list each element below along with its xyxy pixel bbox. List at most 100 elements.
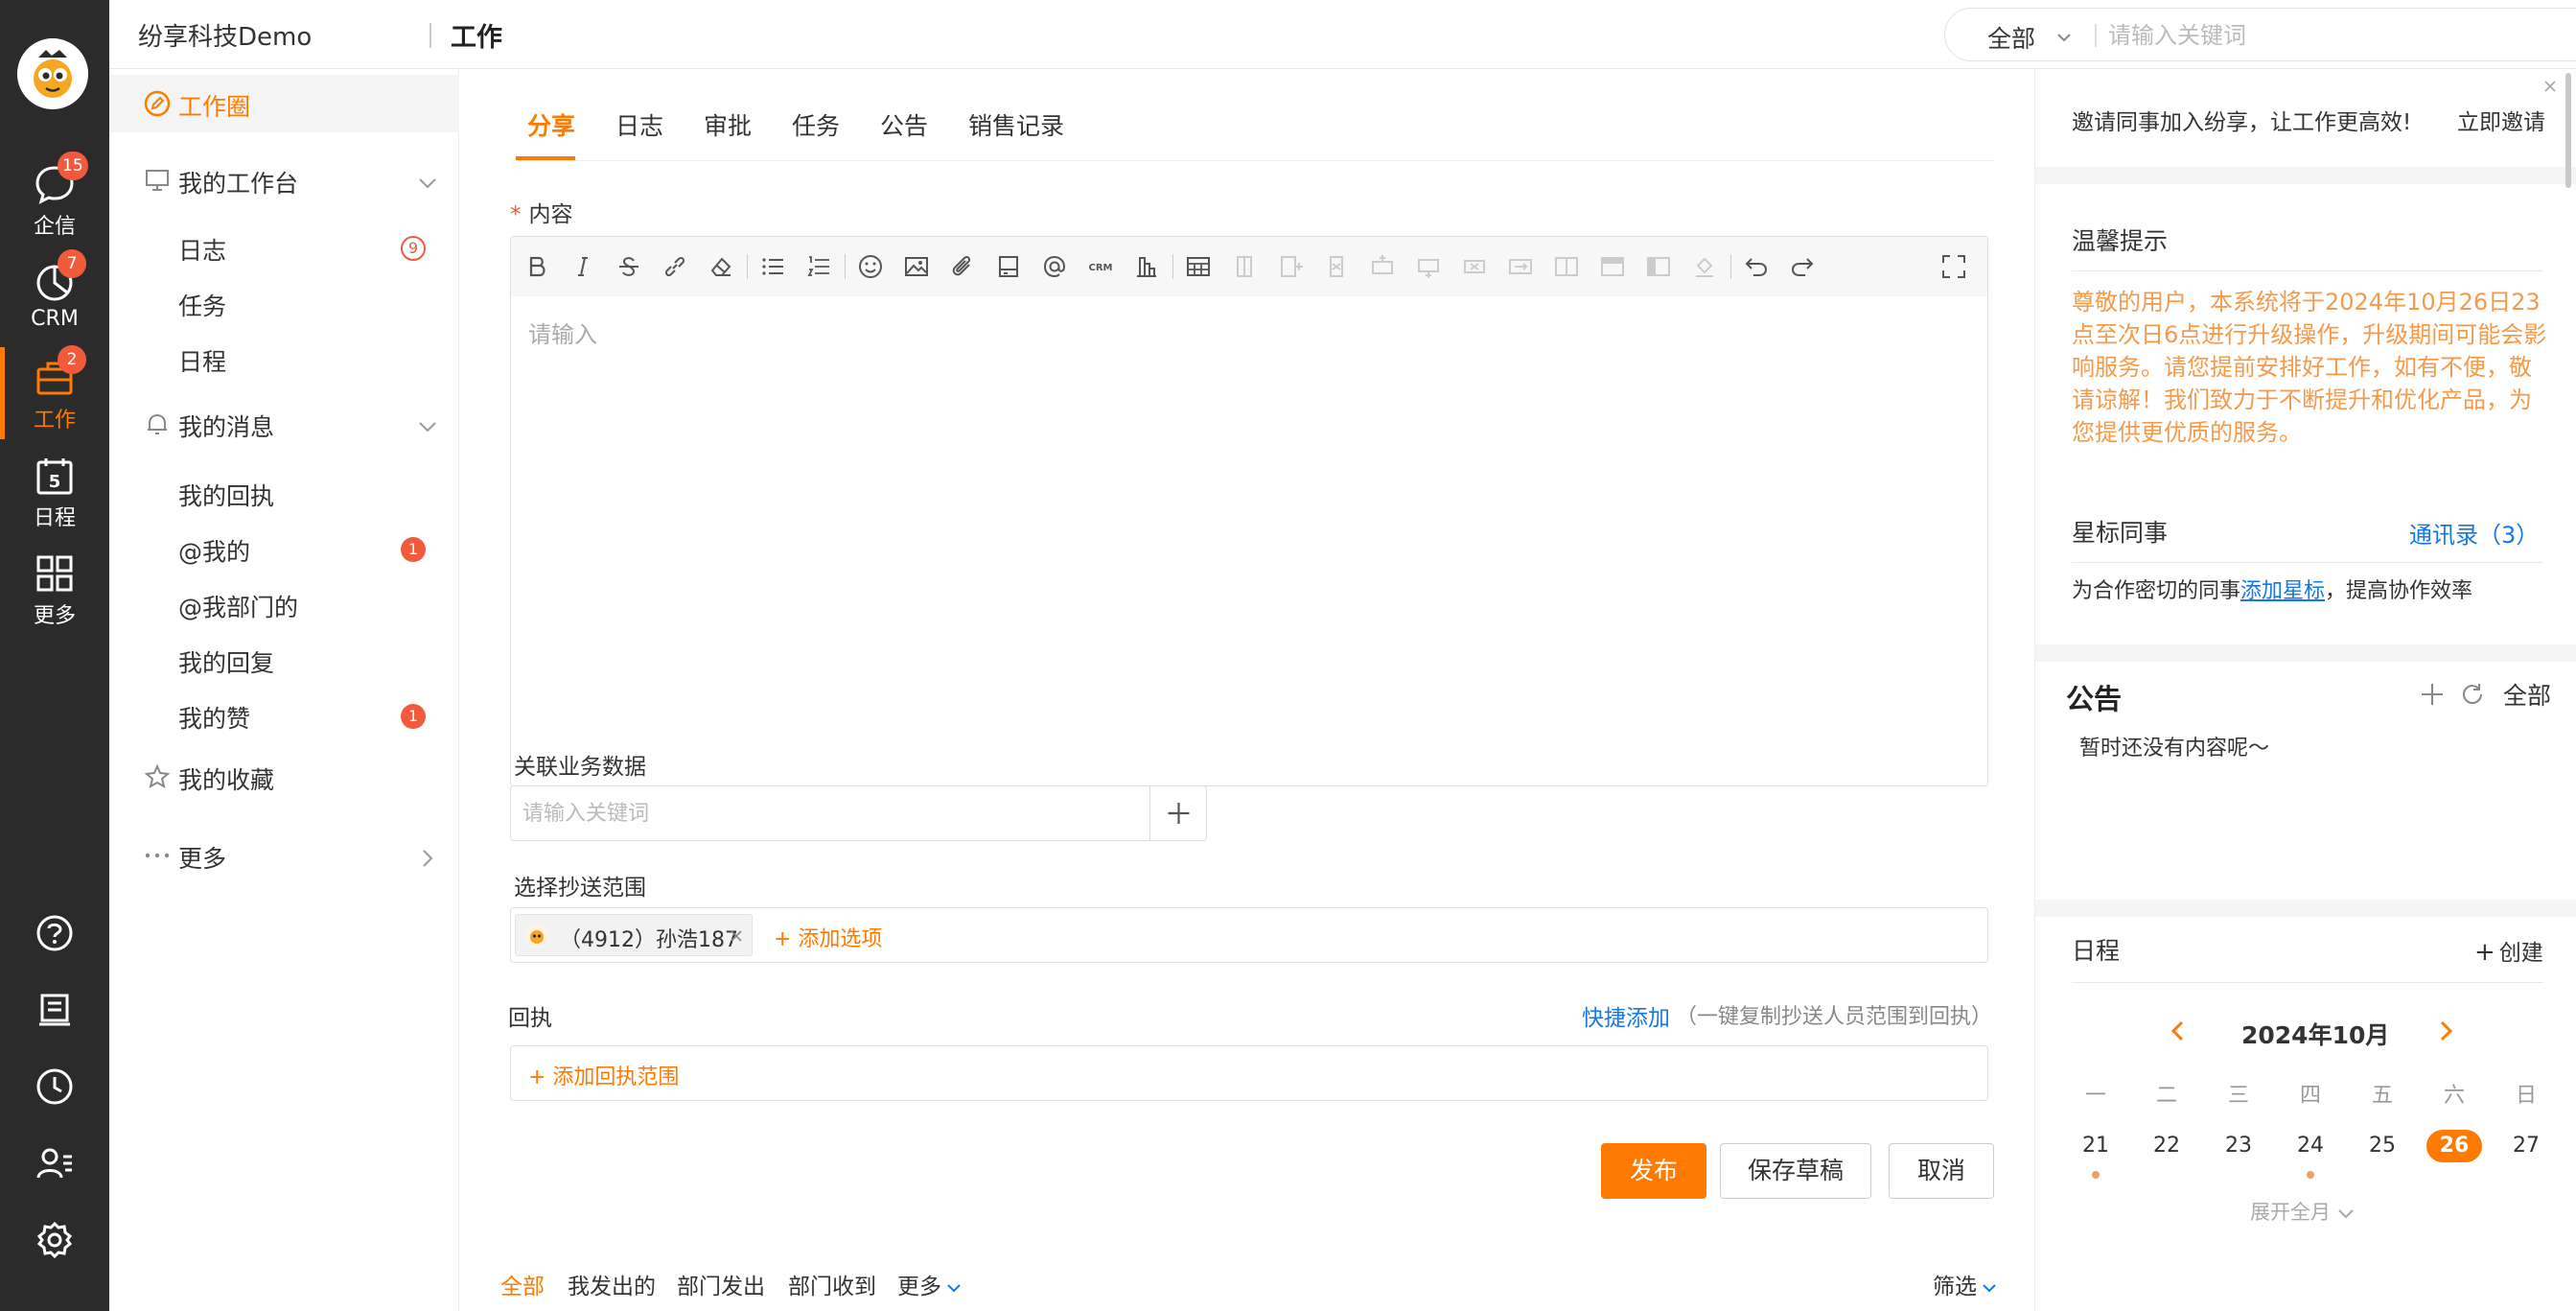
refresh-icon[interactable] bbox=[2459, 681, 2486, 708]
cancel-button[interactable]: 取消 bbox=[1889, 1143, 1994, 1199]
nav-my-messages[interactable]: 我的消息 bbox=[109, 395, 459, 453]
nav-item-my-receipts[interactable]: 我的回执 bbox=[109, 466, 459, 520]
receipt-label: 回执 bbox=[508, 1006, 552, 1031]
close-icon[interactable] bbox=[2542, 79, 2558, 94]
italic-icon[interactable] bbox=[569, 252, 597, 281]
clock-icon[interactable] bbox=[35, 1066, 75, 1107]
rail-item-more[interactable]: 更多 bbox=[0, 543, 109, 635]
search-scope-select[interactable]: 全部 bbox=[1987, 20, 2035, 55]
add-star-link[interactable]: 添加星标 bbox=[2240, 579, 2325, 603]
prev-month-icon[interactable] bbox=[2166, 1018, 2191, 1043]
nav-item-my-likes[interactable]: 我的赞 1 bbox=[109, 689, 459, 742]
tab-announcement[interactable]: 公告 bbox=[880, 107, 928, 142]
filter-all[interactable]: 全部 bbox=[500, 1268, 545, 1300]
calendar-weekday: 四 bbox=[2299, 1084, 2321, 1108]
right-panel-scrollbar[interactable] bbox=[2565, 73, 2571, 188]
tab-share[interactable]: 分享 bbox=[527, 107, 575, 142]
add-option-link[interactable]: + 添加选项 bbox=[774, 922, 882, 952]
filter-dept-sent[interactable]: 部门发出 bbox=[677, 1268, 765, 1300]
quick-add-link[interactable]: 快捷添加 bbox=[1582, 999, 1670, 1032]
contacts-link[interactable]: 通讯录（3） bbox=[2409, 516, 2539, 550]
rail-item-schedule[interactable]: 5 日程 bbox=[0, 445, 109, 537]
svg-text:5: 5 bbox=[49, 472, 61, 492]
publish-button[interactable]: 发布 bbox=[1601, 1143, 1706, 1199]
fullscreen-icon[interactable] bbox=[1939, 252, 1968, 281]
calendar-day[interactable]: 27 bbox=[2498, 1130, 2554, 1162]
undo-icon[interactable] bbox=[1742, 252, 1771, 281]
crm-icon[interactable]: CRM bbox=[1086, 252, 1115, 281]
filter-more[interactable]: 更多 bbox=[897, 1268, 963, 1300]
create-schedule-link[interactable]: + 创建 bbox=[2474, 934, 2543, 967]
tab-bar: 分享 日志 审批 任务 公告 销售记录 bbox=[516, 69, 1994, 161]
filter-sent-by-me[interactable]: 我发出的 bbox=[568, 1268, 656, 1300]
tab-task[interactable]: 任务 bbox=[792, 107, 840, 142]
cc-recipient-chip: （4912）孙浩187 bbox=[515, 914, 753, 956]
nav-favorites[interactable]: 我的收藏 bbox=[109, 748, 459, 806]
emoji-icon[interactable] bbox=[856, 252, 885, 281]
nav-item-at-my-dept[interactable]: @我部门的 bbox=[109, 577, 459, 631]
announcement-all-link[interactable]: 全部 bbox=[2503, 677, 2551, 712]
filter-button[interactable]: 筛选 bbox=[1933, 1268, 1998, 1300]
tab-log[interactable]: 日志 bbox=[615, 107, 663, 142]
calendar-day[interactable]: 24 bbox=[2283, 1130, 2338, 1162]
nav-work-circle[interactable]: 工作圈 bbox=[109, 75, 459, 132]
nav-item-my-replies[interactable]: 我的回复 bbox=[109, 633, 459, 687]
rail-item-crm[interactable]: 7 CRM bbox=[0, 249, 109, 343]
quick-add-hint: （一键复制抄送人员范围到回执） bbox=[1676, 1005, 1993, 1029]
chevron-down-icon[interactable] bbox=[2056, 30, 2072, 45]
chevron-down-icon[interactable] bbox=[417, 416, 438, 437]
nav-item-task[interactable]: 任务 bbox=[109, 276, 459, 330]
bullet-list-icon[interactable] bbox=[758, 252, 787, 281]
nav-my-workbench[interactable]: 我的工作台 bbox=[109, 152, 459, 209]
at-mention-icon[interactable] bbox=[1040, 252, 1069, 281]
link-icon[interactable] bbox=[661, 252, 689, 281]
next-month-icon[interactable] bbox=[2433, 1018, 2458, 1043]
calendar-day[interactable]: 23 bbox=[2211, 1130, 2266, 1162]
insert-row-above-icon bbox=[1368, 252, 1397, 281]
tab-sales-record[interactable]: 销售记录 bbox=[968, 107, 1064, 142]
table-icon[interactable] bbox=[1184, 252, 1213, 281]
attachment-icon[interactable] bbox=[948, 252, 977, 281]
bold-icon[interactable] bbox=[522, 252, 551, 281]
numbered-list-icon[interactable] bbox=[804, 252, 833, 281]
calendar-day[interactable]: 21 bbox=[2068, 1130, 2123, 1162]
biz-data-input[interactable] bbox=[511, 786, 1149, 840]
grid-icon bbox=[34, 552, 76, 595]
eraser-icon[interactable] bbox=[707, 252, 735, 281]
strikethrough-icon[interactable] bbox=[615, 252, 643, 281]
calendar-day[interactable]: 25 bbox=[2355, 1130, 2410, 1162]
contact-list-icon[interactable] bbox=[35, 1143, 75, 1183]
app-logo[interactable] bbox=[17, 38, 88, 109]
nav-item-schedule[interactable]: 日程 bbox=[109, 332, 459, 386]
chevron-right-icon[interactable] bbox=[417, 848, 438, 869]
chevron-down-icon[interactable] bbox=[417, 173, 438, 194]
biz-data-label: 关联业务数据 bbox=[514, 755, 646, 780]
filter-dept-received[interactable]: 部门收到 bbox=[788, 1268, 876, 1300]
nav-item-log[interactable]: 日志 9 bbox=[109, 221, 459, 274]
calendar-day[interactable]: 22 bbox=[2139, 1130, 2194, 1162]
notebook-icon[interactable] bbox=[35, 990, 75, 1030]
search-input[interactable] bbox=[2108, 16, 2576, 55]
calendar-day-today[interactable]: 26 bbox=[2426, 1130, 2482, 1162]
add-biz-data-button[interactable] bbox=[1149, 786, 1206, 840]
content-editor-input[interactable] bbox=[511, 296, 1987, 785]
invite-now-link[interactable]: 立即邀请 bbox=[2457, 104, 2545, 136]
rail-item-work[interactable]: 2 工作 bbox=[0, 345, 109, 439]
nav-item-at-me[interactable]: @我的 1 bbox=[109, 522, 459, 575]
save-draft-button[interactable]: 保存草稿 bbox=[1720, 1143, 1871, 1199]
image-icon[interactable] bbox=[902, 252, 931, 281]
tab-approval[interactable]: 审批 bbox=[704, 107, 752, 142]
bar-chart-icon[interactable] bbox=[1132, 252, 1161, 281]
rail-item-messenger[interactable]: 15 企信 bbox=[0, 152, 109, 246]
receipt-scope-field: + 添加回执范围 bbox=[510, 1045, 1988, 1101]
plus-icon[interactable] bbox=[2419, 681, 2446, 708]
disk-icon[interactable] bbox=[994, 252, 1023, 281]
add-receipt-scope-link[interactable]: + 添加回执范围 bbox=[528, 1060, 679, 1090]
help-icon[interactable] bbox=[35, 913, 75, 953]
expand-month-link[interactable]: 展开全月 bbox=[2250, 1197, 2356, 1226]
gear-icon[interactable] bbox=[35, 1220, 75, 1260]
nav-more[interactable]: 更多 bbox=[109, 827, 459, 884]
close-icon[interactable] bbox=[729, 928, 744, 944]
redo-icon[interactable] bbox=[1788, 252, 1817, 281]
calendar-weekday: 二 bbox=[2155, 1084, 2177, 1108]
